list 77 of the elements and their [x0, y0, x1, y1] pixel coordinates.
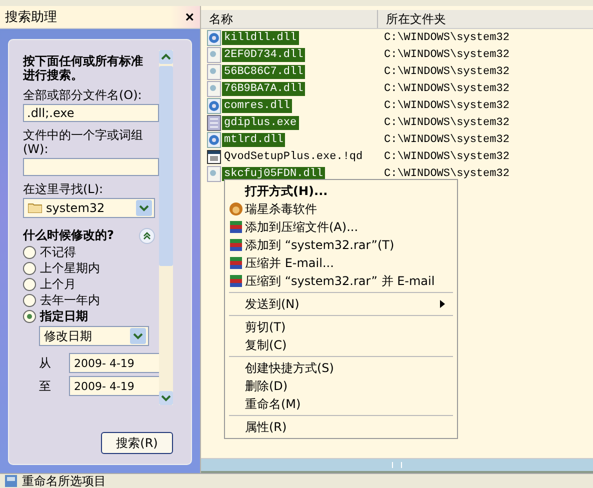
radio-option[interactable]: 上个月 [23, 276, 155, 292]
file-icon [207, 166, 221, 182]
close-button[interactable]: × [183, 8, 196, 26]
field-label: 文件中的一个字或词组(W): [23, 128, 144, 156]
column-header[interactable]: 名称 [201, 10, 378, 28]
menu-item[interactable]: 瑞星杀毒软件 [225, 200, 457, 218]
folder-path: C:\WINDOWS\system32 [384, 150, 510, 162]
menu-item[interactable]: 压缩到 “system32.rar” 并 E-mail [225, 272, 457, 290]
menu-item[interactable]: 压缩并 E-mail... [225, 254, 457, 272]
menu-item[interactable]: 创建快捷方式(S) [225, 359, 457, 377]
scroll-down-icon[interactable] [159, 391, 173, 405]
file-icon [207, 46, 221, 62]
file-name[interactable]: mtlrd.dll [222, 132, 286, 146]
date-label: 至 [39, 378, 51, 394]
books-icon [229, 256, 243, 270]
gear-file-icon [207, 98, 221, 114]
menu-item[interactable]: 发送到(N) [225, 295, 457, 313]
books-icon [229, 238, 243, 252]
folder-path: C:\WINDOWS\system32 [384, 66, 510, 78]
menu-item[interactable]: 打开方式(H)... [225, 182, 457, 200]
file-icon [207, 64, 221, 80]
radio-option[interactable]: 不记得 [23, 244, 155, 260]
search-heading: 按下面任何或所有标准进行搜索。 [23, 54, 144, 82]
menu-item[interactable]: 重命名(M) [225, 395, 457, 413]
menu-item[interactable]: 复制(C) [225, 336, 457, 354]
file-name[interactable]: 76B9BA7A.dll [222, 82, 306, 96]
file-name[interactable]: QvodSetupPlus.exe.!qd [222, 150, 365, 164]
folder-path: C:\WINDOWS\system32 [384, 116, 510, 128]
field-label: 在这里寻找(L): [23, 182, 104, 196]
scroll-up-icon[interactable] [159, 50, 173, 64]
folder-path: C:\WINDOWS\system32 [384, 48, 510, 60]
file-name[interactable]: gdiplus.exe [222, 116, 299, 130]
folder-icon [28, 203, 42, 213]
dropdown-icon [130, 328, 146, 344]
radio-option[interactable]: 指定日期 [23, 308, 155, 324]
file-name[interactable]: killdll.dll [222, 30, 299, 44]
submenu-arrow-icon [440, 300, 445, 308]
folder-path: C:\WINDOWS\system32 [384, 32, 510, 44]
status-icon [4, 474, 18, 488]
menu-item[interactable]: 属性(R) [225, 418, 457, 436]
status-text: 重命名所选项目 [22, 474, 106, 488]
column-header[interactable]: 所在文件夹 [378, 10, 556, 28]
menu-item[interactable]: 剪切(T) [225, 318, 457, 336]
file-name[interactable]: comres.dll [222, 98, 292, 112]
menu-item[interactable]: 添加到压缩文件(A)... [225, 218, 457, 236]
pane-title: 搜索助理 [5, 9, 57, 26]
window-icon [207, 150, 221, 164]
file-icon [207, 80, 221, 96]
gear-file-icon [207, 30, 221, 46]
horizontal-scrollbar[interactable] [201, 458, 593, 473]
scrollbar[interactable] [159, 50, 173, 405]
filename-field[interactable]: .dll;.exe [23, 104, 159, 122]
folder-path: C:\WINDOWS\system32 [384, 82, 510, 94]
dropdown-icon [136, 200, 152, 216]
date-label: 从 [39, 354, 51, 372]
menu-item[interactable]: 添加到 “system32.rar”(T) [225, 236, 457, 254]
folder-path: C:\WINDOWS\system32 [384, 100, 510, 112]
date-type-dropdown[interactable]: 修改日期 [39, 326, 149, 346]
books-icon [229, 274, 243, 288]
folder-path: C:\WINDOWS\system32 [384, 134, 510, 146]
collapse-icon[interactable] [139, 228, 155, 244]
program-icon [207, 114, 221, 130]
date-field[interactable]: 2009- 4-19 [69, 353, 159, 373]
date-field[interactable]: 2009- 4-19 [69, 376, 159, 396]
word-field[interactable] [23, 158, 159, 176]
gear-file-icon [207, 132, 221, 148]
file-name[interactable]: 56BC86C7.dll [222, 64, 306, 78]
search-button[interactable]: 搜索(R) [101, 432, 173, 454]
radio-option[interactable]: 去年一年内 [23, 292, 155, 308]
menu-item[interactable]: 删除(D) [225, 377, 457, 395]
file-name[interactable]: 2EF0D734.dll [222, 48, 306, 62]
books-icon [229, 220, 243, 234]
folder-path: C:\WINDOWS\system32 [384, 168, 510, 180]
location-dropdown[interactable]: system32 [23, 198, 155, 218]
field-label: 全部或部分文件名(O): [23, 88, 143, 102]
file-name[interactable]: skcfuj05FDN.dll [222, 166, 326, 180]
radio-option[interactable]: 上个星期内 [23, 260, 155, 276]
